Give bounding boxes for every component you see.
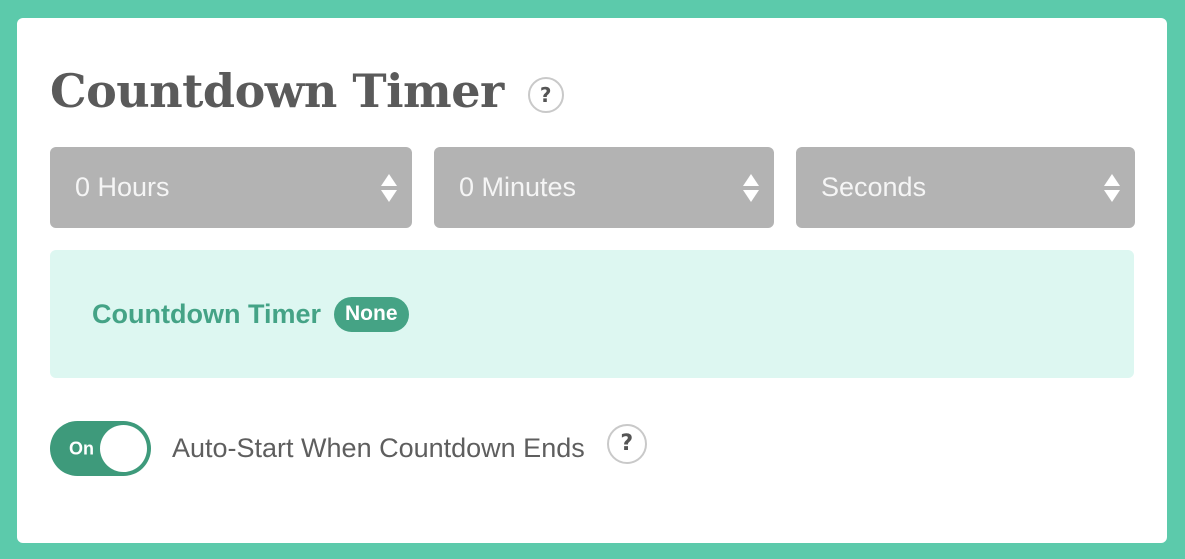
up-down-arrows-icon xyxy=(1104,173,1120,202)
auto-start-label: Auto-Start When Countdown Ends xyxy=(172,433,585,463)
title-row: Countdown Timer ? xyxy=(50,68,564,114)
timer-card: Countdown Timer ? 0 Hours 0 Minutes Seco… xyxy=(17,18,1167,543)
hours-select-value: 0 Hours xyxy=(75,172,170,202)
up-down-arrows-icon xyxy=(743,173,759,202)
seconds-select[interactable]: Seconds xyxy=(796,147,1135,228)
status-label: Countdown Timer xyxy=(92,298,321,329)
hours-select[interactable]: 0 Hours xyxy=(50,147,412,228)
timer-status-panel: Countdown Timer None xyxy=(50,250,1134,378)
page-title: Countdown Timer xyxy=(50,64,504,118)
auto-start-toggle[interactable]: On xyxy=(50,421,151,476)
seconds-select-value: Seconds xyxy=(821,172,927,202)
minutes-select-value: 0 Minutes xyxy=(459,172,577,202)
auto-start-help-icon[interactable]: ? xyxy=(606,423,647,464)
time-selects: 0 Hours 0 Minutes Seconds xyxy=(50,147,1135,228)
minutes-select[interactable]: 0 Minutes xyxy=(434,147,774,228)
up-down-arrows-icon xyxy=(381,173,397,202)
toggle-label: On xyxy=(69,438,94,458)
toggle-knob xyxy=(100,425,147,472)
status-badge: None xyxy=(334,296,409,332)
title-help-icon[interactable]: ? xyxy=(527,77,564,113)
auto-start-row: On Auto-Start When Countdown Ends ? xyxy=(50,421,647,476)
